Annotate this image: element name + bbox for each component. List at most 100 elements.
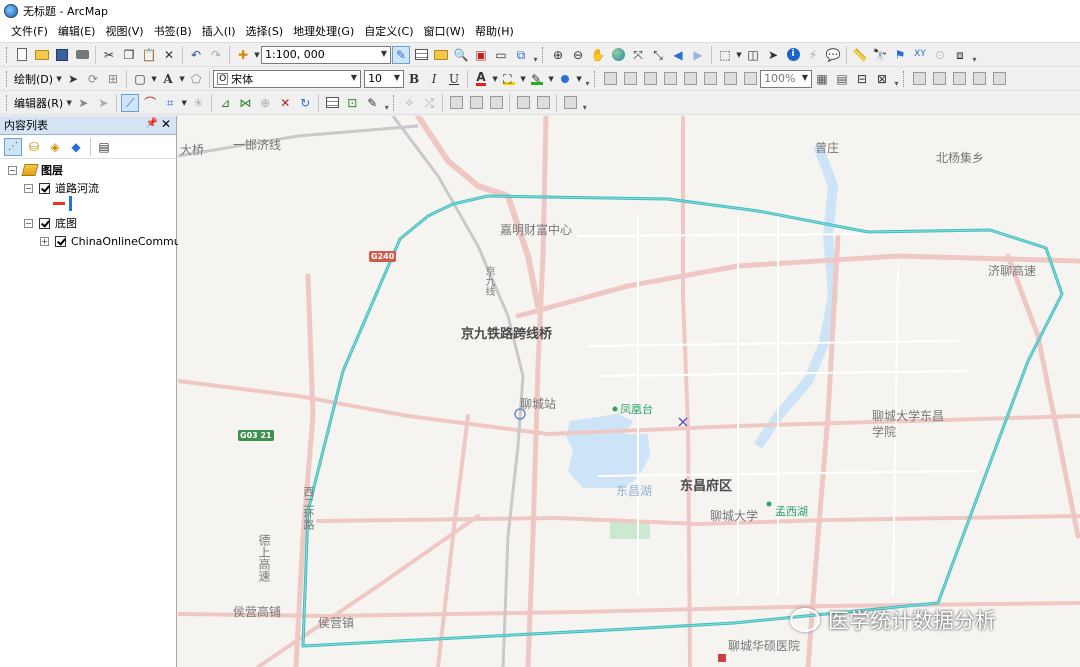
attributes-button[interactable] xyxy=(323,94,341,112)
new-document-button[interactable] xyxy=(13,46,31,64)
collapse-icon[interactable]: − xyxy=(8,165,17,175)
copy-button[interactable]: ❐ xyxy=(120,46,138,64)
sketch-properties-button[interactable]: ⊡ xyxy=(343,94,361,112)
toolbar-options-icon[interactable]: ▾ xyxy=(382,94,391,112)
open-button[interactable] xyxy=(33,46,51,64)
construction-dropdown-arrow[interactable]: ▼ xyxy=(180,99,188,107)
create-features-button[interactable]: ✎ xyxy=(363,94,381,112)
trace-button[interactable]: ⌗ xyxy=(161,94,179,112)
editor-toolbar-button[interactable]: ✎ xyxy=(392,45,410,64)
georef-tool-3-button[interactable] xyxy=(950,70,968,88)
layer-visibility-checkbox[interactable] xyxy=(39,182,50,194)
toolbar-grip[interactable] xyxy=(594,70,597,87)
measure-button[interactable]: 📏 xyxy=(851,46,869,64)
menu-insert[interactable]: 插入(I) xyxy=(197,22,241,42)
text-dropdown-arrow[interactable]: ▼ xyxy=(178,75,186,83)
toolbar-options-icon[interactable]: ▾ xyxy=(970,46,979,64)
georef-tool-4-button[interactable] xyxy=(970,70,988,88)
catalog-button[interactable] xyxy=(432,46,450,64)
font-size-combobox[interactable]: 10 ▼ xyxy=(364,69,405,88)
toolbar-grip[interactable] xyxy=(6,46,9,63)
georef-tool-2-button[interactable] xyxy=(930,70,948,88)
toolbar-options-icon[interactable]: ▾ xyxy=(892,70,901,88)
topology-tool-3-button[interactable] xyxy=(447,94,465,112)
fixed-zoom-in-button[interactable]: ⤧ xyxy=(629,46,647,64)
data-driven-pages-button[interactable]: ⊠ xyxy=(873,70,891,88)
tree-item-china-online-community[interactable]: + ChinaOnlineCommu xyxy=(40,233,181,249)
line-color-button[interactable]: ✎ xyxy=(528,70,546,88)
georef-tool-5-button[interactable] xyxy=(990,70,1008,88)
edit-vertices-button[interactable]: ⬠ xyxy=(187,70,205,88)
paste-button[interactable]: 📋 xyxy=(140,46,158,64)
rectangle-dropdown-arrow[interactable]: ▼ xyxy=(150,75,158,83)
toolbar-grip[interactable] xyxy=(6,94,9,111)
zoom-out-button[interactable]: ⊖ xyxy=(569,46,587,64)
font-name-combobox[interactable]: O 宋体 ▼ xyxy=(213,69,362,88)
layout-pan-button[interactable] xyxy=(641,70,659,88)
endpoint-arc-button[interactable]: ⌒ xyxy=(141,94,159,112)
topology-tool-1-button[interactable]: ✧ xyxy=(400,94,418,112)
delete-button[interactable]: ✕ xyxy=(160,46,178,64)
error-inspector-button[interactable] xyxy=(561,94,579,112)
bold-button[interactable]: B xyxy=(405,70,423,88)
draw-menu[interactable]: 绘制(D) xyxy=(14,71,53,87)
font-color-button[interactable]: A xyxy=(472,70,490,88)
point-button[interactable]: ✳ xyxy=(189,94,207,112)
topology-tool-4-button[interactable] xyxy=(467,94,485,112)
full-extent-button[interactable] xyxy=(609,46,627,64)
list-by-selection-button[interactable]: ◆ xyxy=(67,138,85,156)
change-layout-button[interactable]: ⊟ xyxy=(853,70,871,88)
search-window-button[interactable]: 🔍 xyxy=(452,46,470,64)
python-window-button[interactable]: ▭ xyxy=(492,46,510,64)
select-elements-button[interactable]: ➤ xyxy=(64,70,82,88)
select-features-button[interactable]: ⬚ xyxy=(716,46,734,64)
add-data-button[interactable]: ✚ xyxy=(234,46,252,64)
next-extent-button[interactable]: ▶ xyxy=(689,46,707,64)
toolbar-grip[interactable] xyxy=(6,70,9,87)
close-icon[interactable]: ✕ xyxy=(161,117,171,131)
find-button[interactable]: 🔭 xyxy=(871,46,889,64)
rotate-tool-button[interactable]: ↻ xyxy=(296,94,314,112)
map-view[interactable]: 大桥 一邯济线 曾庄 北杨集乡 嘉明财富中心 京九铁路跨线桥 济聊高速 聊城站 … xyxy=(178,116,1080,667)
time-slider-button[interactable]: ⏲ xyxy=(931,46,949,64)
editor-dropdown-arrow[interactable]: ▼ xyxy=(65,99,73,107)
toolbar-options-icon[interactable]: ▾ xyxy=(580,94,589,112)
edit-annotation-button[interactable]: ➤ xyxy=(94,94,112,112)
expand-icon[interactable]: + xyxy=(40,236,49,246)
html-popup-button[interactable]: 💬 xyxy=(824,46,842,64)
redo-button[interactable]: ↷ xyxy=(207,46,225,64)
fixed-zoom-out-button[interactable]: ⤡ xyxy=(649,46,667,64)
layer-visibility-checkbox[interactable] xyxy=(39,217,50,229)
topology-tool-7-button[interactable] xyxy=(534,94,552,112)
undo-button[interactable]: ↶ xyxy=(187,46,205,64)
find-route-button[interactable]: ⚑ xyxy=(891,46,909,64)
zoom-in-button[interactable]: ⊕ xyxy=(549,46,567,64)
marker-color-dropdown-arrow[interactable]: ▼ xyxy=(575,75,583,83)
menu-view[interactable]: 视图(V) xyxy=(100,22,148,42)
list-by-source-button[interactable]: ⛁ xyxy=(25,138,43,156)
layer-visibility-checkbox[interactable] xyxy=(55,235,66,247)
layout-fixed-in-button[interactable] xyxy=(701,70,719,88)
toc-options-button[interactable]: ▤ xyxy=(95,138,113,156)
toolbar-options-icon[interactable]: ▾ xyxy=(583,70,592,88)
menu-customize[interactable]: 自定义(C) xyxy=(359,22,418,42)
hyperlink-button[interactable]: ⚡ xyxy=(804,46,822,64)
layout-fixed-out-button[interactable] xyxy=(721,70,739,88)
cut-button[interactable]: ✂ xyxy=(100,46,118,64)
menu-selection[interactable]: 选择(S) xyxy=(241,22,289,42)
list-by-visibility-button[interactable]: ◈ xyxy=(46,138,64,156)
clear-selection-button[interactable]: ◫ xyxy=(744,46,762,64)
go-to-xy-button[interactable]: XY xyxy=(911,46,929,64)
model-builder-button[interactable]: ⧉ xyxy=(512,46,530,64)
topology-tool-2-button[interactable]: ⤭ xyxy=(420,94,438,112)
list-by-drawing-order-button[interactable]: ⋰ xyxy=(4,137,22,156)
table-of-contents-button[interactable] xyxy=(412,46,430,64)
select-elements-button[interactable]: ➤ xyxy=(764,46,782,64)
tree-item-basemap[interactable]: − 底图 xyxy=(24,215,77,231)
tree-item-layers[interactable]: − 图层 xyxy=(8,162,63,178)
zoom-100-button[interactable] xyxy=(681,70,699,88)
editor-menu[interactable]: 编辑器(R) xyxy=(14,95,63,111)
zoom-whole-page-button[interactable] xyxy=(661,70,679,88)
select-dropdown-arrow[interactable]: ▼ xyxy=(735,51,743,59)
draw-dropdown-arrow[interactable]: ▼ xyxy=(55,75,63,83)
